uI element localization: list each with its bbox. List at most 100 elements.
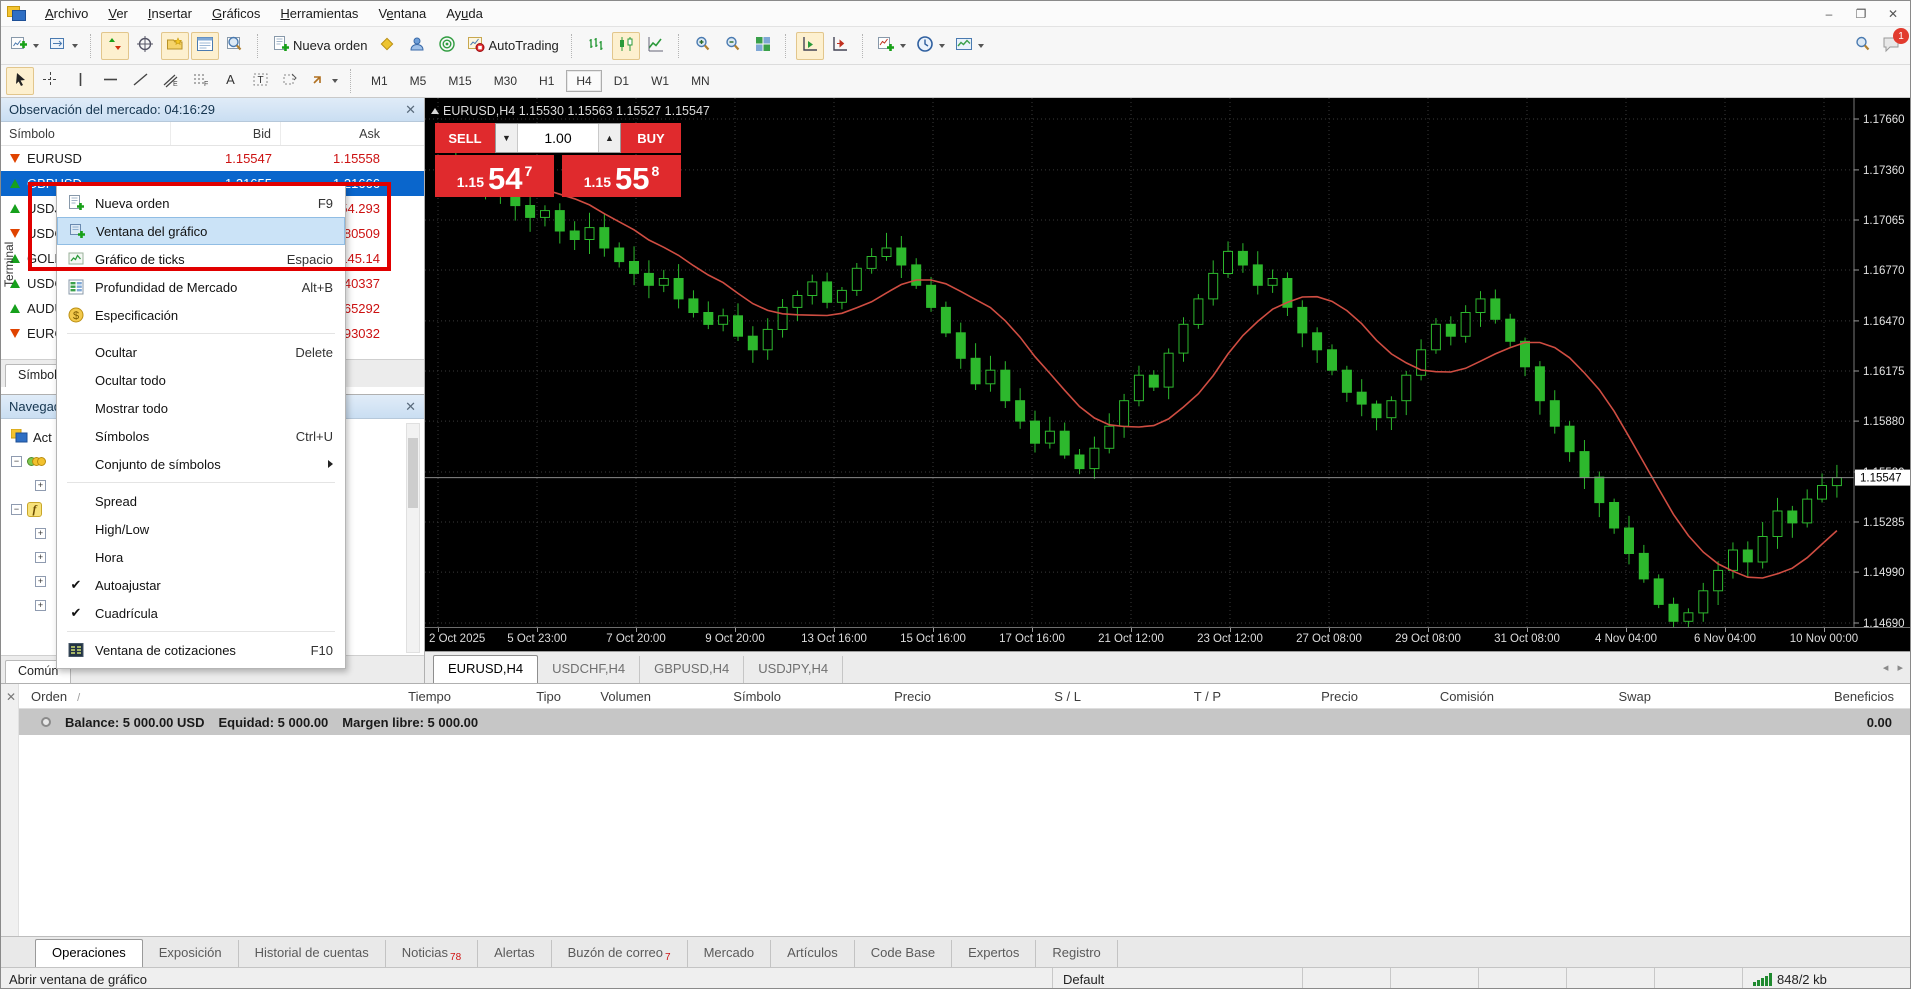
expand-icon[interactable]: + — [35, 480, 46, 491]
menu-item-ventana-del-gr-fico[interactable]: Ventana del gráfico — [57, 217, 345, 245]
chart-tab-scroll-arrows[interactable]: ◂ ▸ — [1883, 661, 1906, 674]
community-chat-button[interactable]: 1 — [1882, 35, 1900, 56]
expand-icon[interactable]: + — [35, 576, 46, 587]
terminal-column-comisin[interactable]: Comisión — [1376, 689, 1512, 704]
line-chart-button[interactable] — [642, 32, 670, 60]
close-icon[interactable]: ✕ — [6, 690, 16, 704]
terminal-column-precio[interactable]: Precio — [1239, 689, 1376, 704]
community-button[interactable] — [403, 32, 431, 60]
tab-art-culos[interactable]: Artículos — [771, 940, 855, 967]
terminal-column-beneficios[interactable]: Beneficios — [1669, 689, 1911, 704]
fibonacci-tool-button[interactable]: F — [186, 67, 214, 95]
menu-item-ventana-de-cotizaciones[interactable]: Ventana de cotizacionesF10 — [57, 636, 345, 664]
navigator-button[interactable] — [161, 32, 189, 60]
navigator-scrollbar[interactable] — [406, 423, 420, 653]
menu-archivo[interactable]: Archivo — [35, 2, 98, 25]
chart-tab-gbpusdh4[interactable]: GBPUSD,H4 — [640, 656, 744, 683]
label-tool-button[interactable]: T — [246, 67, 274, 95]
terminal-column-sl[interactable]: S / L — [949, 689, 1099, 704]
menu-item-high-low[interactable]: High/Low — [57, 515, 345, 543]
new-order-button[interactable]: Nueva orden — [268, 32, 371, 60]
text-tool-button[interactable]: A — [216, 67, 244, 95]
search-button[interactable] — [1854, 35, 1872, 56]
sell-button[interactable]: SELL — [435, 123, 495, 153]
menu-item-especificaci-n[interactable]: $Especificación — [57, 301, 345, 329]
tab-code-base[interactable]: Code Base — [855, 940, 952, 967]
tab-mercado[interactable]: Mercado — [688, 940, 772, 967]
chart-tab-usdjpyh4[interactable]: USDJPY,H4 — [744, 656, 843, 683]
terminal-column-smbolo[interactable]: Símbolo — [669, 689, 799, 704]
menu-item-gr-fico-de-ticks[interactable]: Gráfico de ticksEspacio — [57, 245, 345, 273]
period-w1-button[interactable]: W1 — [641, 70, 679, 92]
expand-icon[interactable]: + — [35, 528, 46, 539]
menu-ventana[interactable]: Ventana — [368, 2, 436, 25]
volume-increase-button[interactable]: ▲ — [598, 124, 620, 152]
menu-item-hora[interactable]: Hora — [57, 543, 345, 571]
data-window-button[interactable] — [131, 32, 159, 60]
menu-ver[interactable]: Ver — [98, 2, 138, 25]
menu-item-spread[interactable]: Spread — [57, 487, 345, 515]
templates-button[interactable] — [951, 32, 988, 60]
period-m30-button[interactable]: M30 — [484, 70, 527, 92]
expand-icon[interactable]: + — [35, 552, 46, 563]
period-h1-button[interactable]: H1 — [529, 70, 564, 92]
terminal-column-tiempo[interactable]: Tiempo — [319, 689, 469, 704]
column-header-smbolo[interactable]: Símbolo — [1, 122, 171, 145]
shapes-tool-button[interactable] — [276, 67, 304, 95]
menu-item-mostrar-todo[interactable]: Mostrar todo — [57, 394, 345, 422]
period-mn-button[interactable]: MN — [681, 70, 720, 92]
period-h4-button[interactable]: H4 — [566, 70, 601, 92]
period-m5-button[interactable]: M5 — [400, 70, 437, 92]
tab-registro[interactable]: Registro — [1036, 940, 1117, 967]
close-button[interactable]: ✕ — [1878, 3, 1908, 25]
chart-area[interactable]: 1.176601.173601.170651.167701.164701.161… — [425, 98, 1911, 683]
periods-button[interactable] — [912, 32, 949, 60]
collapse-icon[interactable]: − — [11, 456, 22, 467]
tab-buz-n-de-correo[interactable]: Buzón de correo7 — [552, 940, 688, 967]
close-icon[interactable]: ✕ — [405, 102, 416, 118]
sell-price[interactable]: 1.15547 — [435, 155, 554, 197]
menu-herramientas[interactable]: Herramientas — [270, 2, 368, 25]
chart-shift-button[interactable] — [826, 32, 854, 60]
terminal-column-precio[interactable]: Precio — [799, 689, 949, 704]
tab-expertos[interactable]: Expertos — [952, 940, 1036, 967]
market-watch-row[interactable]: EURUSD1.155471.15558 — [1, 146, 424, 171]
collapse-icon[interactable]: − — [11, 504, 22, 515]
arrows-tool-button[interactable] — [306, 67, 342, 95]
menu-ayuda[interactable]: Ayuda — [436, 2, 493, 25]
volume-input[interactable] — [518, 124, 598, 152]
channel-tool-button[interactable]: E — [156, 67, 184, 95]
minimize-button[interactable]: – — [1814, 3, 1844, 25]
new-chart-button[interactable] — [6, 32, 43, 60]
zoom-out-button[interactable] — [719, 32, 747, 60]
restore-button[interactable]: ❐ — [1846, 3, 1876, 25]
column-header-bid[interactable]: Bid — [171, 122, 281, 145]
menu-item-conjunto-de-s-mbolos[interactable]: Conjunto de símbolos — [57, 450, 345, 478]
vertical-line-tool-button[interactable] — [66, 67, 94, 95]
bars-button[interactable] — [582, 32, 610, 60]
terminal-column-volumen[interactable]: Volumen — [579, 689, 669, 704]
candles-button[interactable] — [612, 32, 640, 60]
buy-price[interactable]: 1.15558 — [562, 155, 681, 197]
crosshair-tool-button[interactable] — [36, 67, 64, 95]
period-m15-button[interactable]: M15 — [438, 70, 481, 92]
menu-item-autoajustar[interactable]: ✔Autoajustar — [57, 571, 345, 599]
trend-line-tool-button[interactable] — [126, 67, 154, 95]
horizontal-line-tool-button[interactable] — [96, 67, 124, 95]
tab-noticias[interactable]: Noticias78 — [386, 940, 478, 967]
tile-windows-button[interactable] — [749, 32, 777, 60]
menu-item-profundidad-de-mercado[interactable]: Profundidad de MercadoAlt+B — [57, 273, 345, 301]
profiles-button[interactable] — [45, 32, 82, 60]
tab-exposici-n[interactable]: Exposición — [143, 940, 239, 967]
metaeditor-button[interactable] — [373, 32, 401, 60]
cursor-tool-button[interactable] — [6, 67, 34, 95]
menu-insertar[interactable]: Insertar — [138, 2, 202, 25]
chart-tab-usdchfh4[interactable]: USDCHF,H4 — [538, 656, 640, 683]
menu-item-ocultar-todo[interactable]: Ocultar todo — [57, 366, 345, 394]
time-axis[interactable]: 2 Oct 20255 Oct 23:007 Oct 20:009 Oct 20… — [425, 627, 1911, 651]
menu-item-ocultar[interactable]: OcultarDelete — [57, 338, 345, 366]
menu-item-nueva-orden[interactable]: Nueva ordenF9 — [57, 189, 345, 217]
indicators-button[interactable] — [873, 32, 910, 60]
broadcast-button[interactable] — [433, 32, 461, 60]
profile-cell[interactable]: Default — [1052, 968, 1302, 989]
